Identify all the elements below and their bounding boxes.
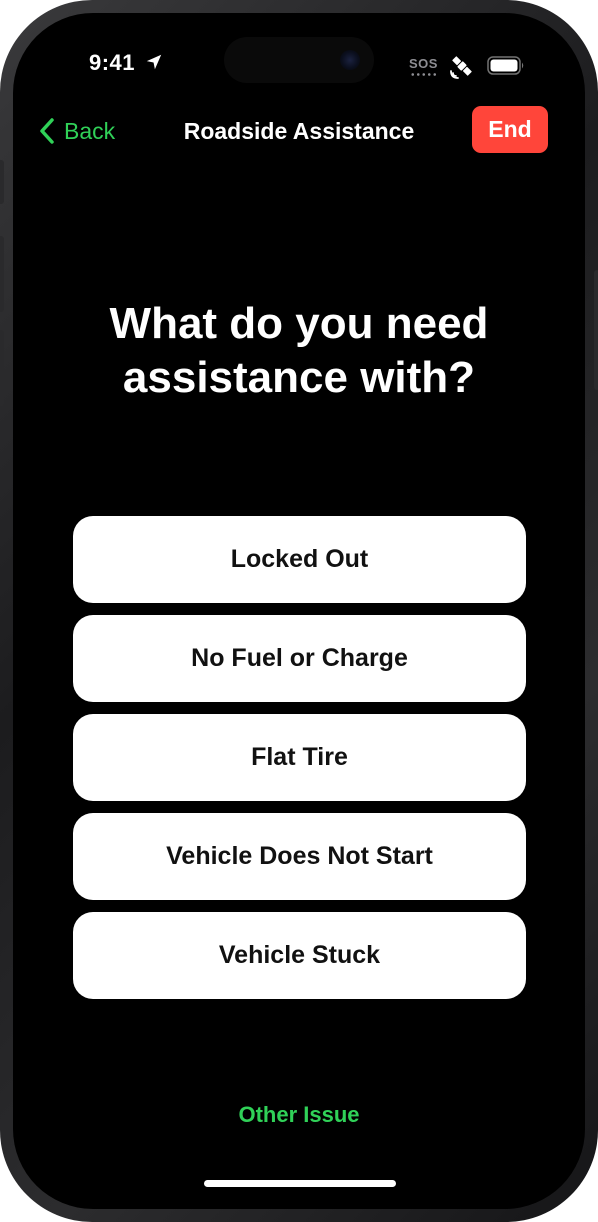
home-indicator[interactable] (204, 1180, 396, 1187)
screen: 9:41 SOS Back Roadside Assistance End Wh… (13, 13, 585, 1209)
side-button (594, 270, 598, 390)
option-locked-out[interactable]: Locked Out (73, 516, 526, 603)
end-button[interactable]: End (472, 106, 548, 153)
satellite-icon (450, 56, 472, 79)
option-flat-tire[interactable]: Flat Tire (73, 714, 526, 801)
dynamic-island (224, 37, 374, 83)
front-camera-icon (340, 50, 360, 70)
location-arrow-icon (146, 54, 162, 70)
back-button[interactable]: Back (38, 113, 115, 149)
page-title: Roadside Assistance (183, 118, 415, 144)
back-label: Back (64, 117, 116, 144)
option-vehicle-stuck[interactable]: Vehicle Stuck (73, 912, 526, 999)
phone-frame: 9:41 SOS Back Roadside Assistance End Wh… (0, 0, 598, 1222)
other-issue-link[interactable]: Other Issue (149, 1098, 449, 1132)
volume-up-button (0, 236, 4, 312)
sos-signal-dots (410, 73, 438, 76)
sos-indicator: SOS (409, 56, 438, 71)
chevron-left-icon (40, 118, 54, 144)
status-time: 9:41 (89, 50, 136, 75)
headline: What do you need assistance with? (109, 299, 489, 402)
battery-icon (487, 56, 524, 75)
option-vehicle-does-not-start[interactable]: Vehicle Does Not Start (73, 813, 526, 900)
option-no-fuel-or-charge[interactable]: No Fuel or Charge (73, 615, 526, 702)
action-button (0, 160, 4, 204)
volume-down-button (0, 330, 4, 406)
assistance-options: Locked Out No Fuel or Charge Flat Tire V… (73, 516, 526, 999)
